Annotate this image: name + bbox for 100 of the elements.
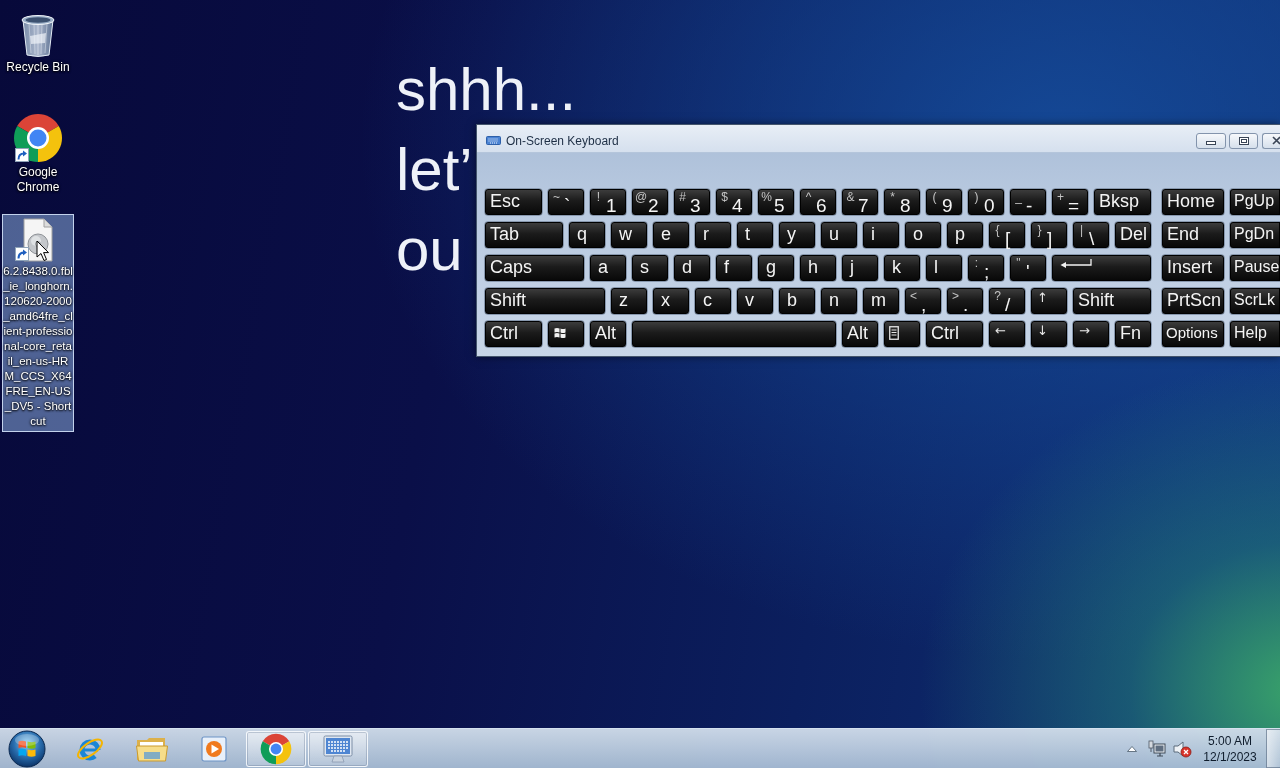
- keyboard-key[interactable]: _ -: [1009, 188, 1047, 216]
- keyboard-key[interactable]: f: [715, 254, 753, 282]
- keyboard-key[interactable]: Ctrl: [484, 320, 543, 348]
- keyboard-key[interactable]: q: [568, 221, 606, 249]
- keyboard-key[interactable]: m: [862, 287, 900, 315]
- keyboard-key[interactable]: PrtScn: [1161, 287, 1225, 315]
- keyboard-key[interactable]: ScrLk: [1229, 287, 1280, 315]
- minimize-icon: [1206, 140, 1216, 145]
- keyboard-key[interactable]: ? /: [988, 287, 1026, 315]
- window-title: On-Screen Keyboard: [506, 133, 619, 148]
- wallpaper-text: let’: [396, 135, 473, 205]
- keyboard-key[interactable]: End: [1161, 221, 1225, 249]
- return-arrow-icon: [1060, 259, 1092, 268]
- keyboard-key[interactable]: Fn: [1114, 320, 1152, 348]
- keyboard-key[interactable]: j: [841, 254, 879, 282]
- keyboard-key[interactable]: Esc: [484, 188, 543, 216]
- keyboard-key[interactable]: k: [883, 254, 921, 282]
- keyboard-key[interactable]: Del: [1114, 221, 1152, 249]
- keyboard-key[interactable]: l: [925, 254, 963, 282]
- keyboard-key[interactable]: %5: [757, 188, 795, 216]
- keyboard-key[interactable]: w: [610, 221, 648, 249]
- keyboard-key[interactable]: Shift: [484, 287, 606, 315]
- keyboard-key[interactable]: Tab: [484, 221, 564, 249]
- show-desktop-button[interactable]: [1266, 729, 1280, 768]
- keyboard-key[interactable]: u: [820, 221, 858, 249]
- keyboard-key[interactable]: Insert: [1161, 254, 1225, 282]
- keyboard-key[interactable]: e: [652, 221, 690, 249]
- keyboard-key[interactable]: n: [820, 287, 858, 315]
- keyboard-key[interactable]: t: [736, 221, 774, 249]
- keyboard-key[interactable]: o: [904, 221, 942, 249]
- keyboard-key[interactable]: ~ `: [547, 188, 585, 216]
- volume-muted-icon[interactable]: [1172, 739, 1192, 758]
- keyboard-key[interactable]: ) 0: [967, 188, 1005, 216]
- keyboard-key[interactable]: c: [694, 287, 732, 315]
- keyboard-key[interactable]: ^ 6: [799, 188, 837, 216]
- keyboard-key[interactable]: Pause: [1229, 254, 1280, 282]
- keyboard-key[interactable]: # 3: [673, 188, 711, 216]
- close-icon: [1272, 136, 1280, 145]
- keyboard-key[interactable]: s: [631, 254, 669, 282]
- keyboard-key[interactable]: ←: [988, 320, 1026, 348]
- keyboard-key[interactable]: →: [1072, 320, 1110, 348]
- maximize-button[interactable]: [1229, 132, 1258, 149]
- keyboard-key[interactable]: g: [757, 254, 795, 282]
- taskbar-button[interactable]: [308, 730, 368, 767]
- keyboard-key[interactable]: ! 1: [589, 188, 627, 216]
- up-triangle-icon: [1127, 745, 1137, 752]
- keyboard-key[interactable]: a: [589, 254, 627, 282]
- keyboard-key[interactable]: * 8: [883, 188, 921, 216]
- keyboard-key[interactable]: : ;: [967, 254, 1005, 282]
- keyboard-key[interactable]: ↓: [1030, 320, 1068, 348]
- keyboard-key[interactable]: [547, 320, 585, 348]
- keyboard-key[interactable]: h: [799, 254, 837, 282]
- keyboard-key[interactable]: r: [694, 221, 732, 249]
- keyboard-key[interactable]: } ]: [1030, 221, 1068, 249]
- wallpaper-text: ou: [396, 215, 463, 285]
- keyboard-key[interactable]: Bksp: [1093, 188, 1152, 216]
- keyboard-monitor-icon: [321, 733, 355, 764]
- keyboard-key[interactable]: ↑: [1030, 287, 1068, 315]
- clock-date: 12/1/2023: [1203, 748, 1257, 765]
- network-icon[interactable]: [1148, 739, 1166, 758]
- keyboard-key[interactable]: Ctrl: [925, 320, 984, 348]
- keyboard-key[interactable]: [1051, 254, 1152, 282]
- keyboard-key[interactable]: Help: [1229, 320, 1280, 348]
- keyboard-key[interactable]: + =: [1051, 188, 1089, 216]
- keyboard-key[interactable]: < ,: [904, 287, 942, 315]
- keyboard-key[interactable]: { [: [988, 221, 1026, 249]
- keyboard-key[interactable]: PgDn: [1229, 221, 1280, 249]
- keyboard-key[interactable]: p: [946, 221, 984, 249]
- mouse-pointer-icon: [36, 240, 50, 262]
- keyboard-key[interactable]: PgUp: [1229, 188, 1280, 216]
- keyboard-key[interactable]: z: [610, 287, 648, 315]
- keyboard-key[interactable]: > .: [946, 287, 984, 315]
- keyboard-key[interactable]: $ 4: [715, 188, 753, 216]
- keyboard-key[interactable]: & 7: [841, 188, 879, 216]
- keyboard-key[interactable]: [883, 320, 921, 348]
- space-bar[interactable]: [631, 320, 837, 348]
- keyboard-key[interactable]: y: [778, 221, 816, 249]
- keyboard-key[interactable]: Alt: [841, 320, 879, 348]
- desktop-icon[interactable]: 6.2.8438.0.fbl_ie_longhorn.120620-2000_amd64fre_client-professional-core_retail_en-us-HRM_CCS_X64FRE_EN-US_DV5 - Shortcut: [2, 214, 74, 432]
- keyboard-key[interactable]: x: [652, 287, 690, 315]
- keyboard-key[interactable]: Options: [1161, 320, 1225, 348]
- keyboard-key[interactable]: b: [778, 287, 816, 315]
- close-button[interactable]: [1262, 132, 1280, 149]
- taskbar-button[interactable]: [246, 730, 306, 767]
- chrome-logo-icon: [13, 113, 63, 163]
- keyboard-key[interactable]: @2: [631, 188, 669, 216]
- keyboard-key[interactable]: i: [862, 221, 900, 249]
- keyboard-key[interactable]: | \: [1072, 221, 1110, 249]
- minimize-button[interactable]: [1196, 132, 1226, 149]
- keyboard-key[interactable]: d: [673, 254, 711, 282]
- keyboard-key[interactable]: Alt: [589, 320, 627, 348]
- keyboard-key[interactable]: " ': [1009, 254, 1047, 282]
- start-orb-icon: [8, 729, 46, 768]
- keyboard-key[interactable]: Home: [1161, 188, 1225, 216]
- chrome-logo-icon: [260, 732, 292, 765]
- keyboard-key[interactable]: ( 9: [925, 188, 963, 216]
- keyboard-key[interactable]: v: [736, 287, 774, 315]
- document-lines-icon: [889, 326, 899, 340]
- keyboard-key[interactable]: Shift: [1072, 287, 1152, 315]
- keyboard-key[interactable]: Caps: [484, 254, 585, 282]
